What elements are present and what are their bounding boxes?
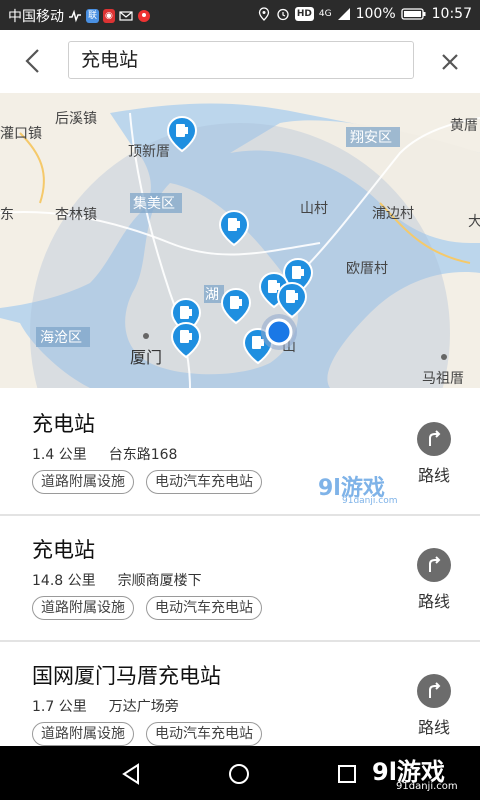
map-label-xiamen: 厦门 [130,348,162,367]
hd-icon: HD [294,7,314,21]
route-button[interactable]: 路线 [412,422,456,486]
result-tags: 道路附属设施 电动汽车充电站 [32,596,262,620]
result-tags: 道路附属设施 电动汽车充电站 [32,722,262,746]
bank-notification-icon: ◉ [103,9,115,23]
network-type: 4G [318,8,332,19]
clock: 10:57 [431,6,472,22]
result-tag: 道路附属设施 [32,470,134,494]
map-label-xiangan: 翔安区 [350,130,392,146]
map-canvas: 后溪镇 灌口镇 顶新厝 集美区 杏林镇 东 海沧区 厦门 翔安区 黄厝 山村 浦… [0,93,480,388]
result-meta: 1.4 公里 台东路168 [32,444,177,464]
result-item[interactable]: 充电站 14.8 公里 宗顺商厦楼下 道路附属设施 电动汽车充电站 路线 [0,516,480,642]
map-label-hu: 湖 [205,287,219,303]
result-distance: 1.7 公里 [32,699,87,715]
map-label-mazucuo: 马祖厝 [422,371,464,387]
result-tag: 道路附属设施 [32,722,134,746]
status-bar: 中国移动 联 ◉ HD 4G 100% 10:57 [0,0,480,30]
carrier-name: 中国移动 [8,9,64,25]
status-left: 中国移动 联 ◉ [8,6,151,26]
location-icon [258,7,270,21]
route-button[interactable]: 路线 [412,674,456,738]
map-label-ouconcun: 欧厝村 [346,261,388,277]
result-distance: 1.4 公里 [32,447,87,463]
map-label-shancun: 山村 [300,201,328,217]
app-notification-icon: 联 [86,9,100,23]
route-label: 路线 [417,466,450,485]
back-button[interactable] [18,44,48,78]
result-address: 台东路168 [108,447,178,463]
route-icon [417,422,451,456]
map-label-huangcuo: 黄厝 [450,117,478,134]
nav-recent-icon[interactable] [336,763,358,785]
map-label-pubiancun: 浦边村 [372,206,414,222]
result-tag: 电动汽车充电站 [146,722,262,746]
result-tags: 道路附属设施 电动汽车充电站 [32,470,262,494]
map-label-guankou: 灌口镇 [0,126,42,142]
watermark-site-nav: 91danji.com [396,781,458,792]
map-label-houxi: 后溪镇 [55,111,97,127]
map-label-dingxincuo: 顶新厝 [128,144,170,160]
search-input[interactable]: 充电站 [68,41,414,79]
clear-button[interactable] [436,48,464,76]
result-meta: 1.7 公里 万达广场旁 [32,696,179,716]
mail-icon [119,11,133,21]
battery-percent: 100% [355,6,396,22]
result-tag: 道路附属设施 [32,596,134,620]
result-title: 充电站 [32,538,95,562]
result-address: 万达广场旁 [108,699,179,715]
heartbeat-icon [69,9,81,23]
results-list: 充电站 1.4 公里 台东路168 道路附属设施 电动汽车充电站 路线 充电站 … [0,390,480,768]
result-tag: 电动汽车充电站 [146,596,262,620]
current-location-icon [261,314,297,350]
system-nav-bar: 9l游戏 91danji.com [0,746,480,800]
route-icon [417,674,451,708]
route-button[interactable]: 路线 [412,548,456,612]
watermark-site: 91danji.com [342,496,398,506]
signal-icon [337,8,350,20]
result-item[interactable]: 充电站 1.4 公里 台东路168 道路附属设施 电动汽车充电站 路线 [0,390,480,516]
route-label: 路线 [417,718,450,737]
back-arrow-icon [25,49,39,73]
map-label-dong: 东 [0,207,14,223]
map-label-jimei: 集美区 [133,195,175,212]
route-icon [417,548,451,582]
nav-back-icon[interactable] [120,763,142,785]
status-right: HD 4G 100% 10:57 [257,6,472,22]
route-label: 路线 [417,592,450,611]
close-icon [442,54,458,70]
result-address: 宗顺商厦楼下 [117,573,202,589]
nav-home-icon[interactable] [228,763,250,785]
search-header: 充电站 [0,30,480,94]
battery-icon [400,8,426,20]
result-tag: 电动汽车充电站 [146,470,262,494]
map-view[interactable]: 后溪镇 灌口镇 顶新厝 集美区 杏林镇 东 海沧区 厦门 翔安区 黄厝 山村 浦… [0,93,480,388]
result-distance: 14.8 公里 [32,573,96,589]
map-label-haicang: 海沧区 [40,329,82,346]
map-pin-notification-icon [137,10,150,22]
alarm-icon [277,8,289,21]
result-meta: 14.8 公里 宗顺商厦楼下 [32,570,202,590]
result-title: 国网厦门马厝充电站 [32,664,221,688]
map-label-xinglin: 杏林镇 [55,207,97,223]
result-title: 充电站 [32,412,95,436]
map-label-da: 大 [468,214,480,230]
